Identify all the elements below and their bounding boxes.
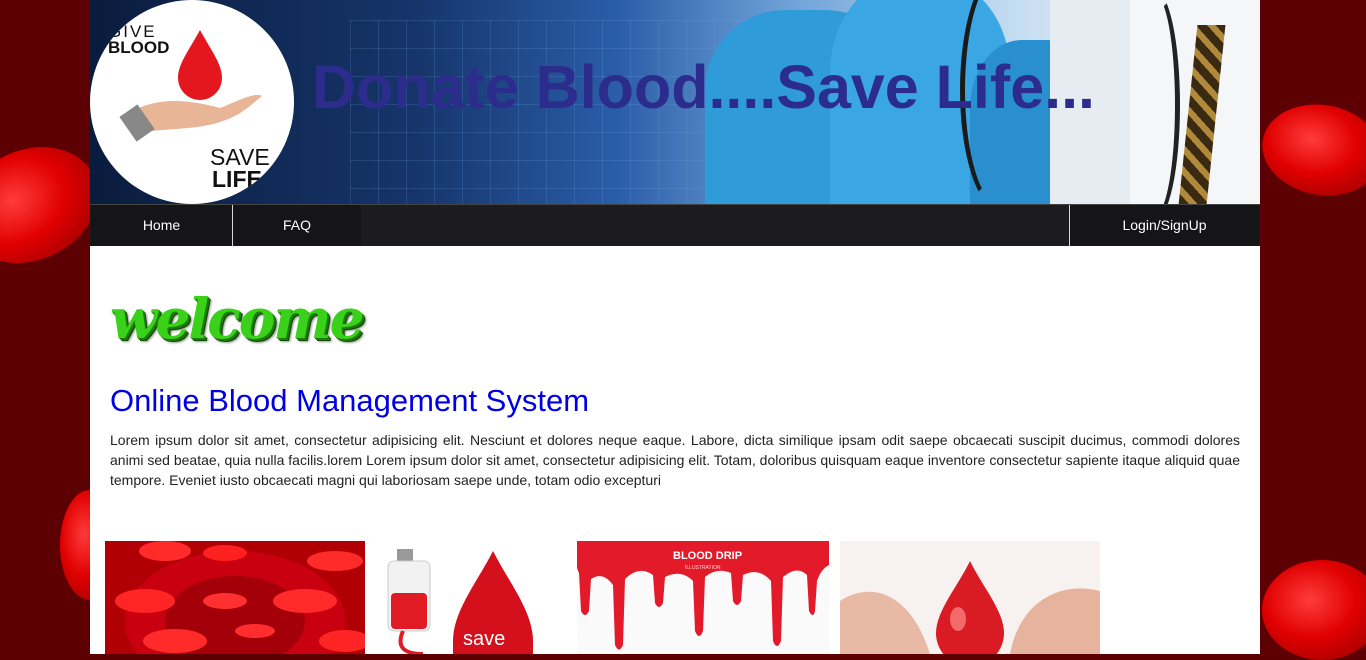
blood-bag-illustration: save bbox=[383, 541, 569, 654]
blood-drop-icon bbox=[119, 30, 262, 142]
blood-cell-decoration bbox=[1262, 560, 1366, 660]
main-nav: Home FAQ Login/SignUp bbox=[90, 204, 1260, 246]
gallery-image-blood-bag: save bbox=[383, 541, 569, 654]
logo-text-life: LIFE bbox=[212, 166, 262, 192]
nav-login-signup[interactable]: Login/SignUp bbox=[1069, 205, 1259, 246]
intro-paragraph: Lorem ipsum dolor sit amet, consectetur … bbox=[110, 432, 1240, 488]
nav-faq[interactable]: FAQ bbox=[233, 205, 361, 246]
header-banner: Donate Blood....Save Life... GIVE BLOOD … bbox=[90, 0, 1260, 204]
stethoscope bbox=[1130, 0, 1180, 204]
page-container: Donate Blood....Save Life... GIVE BLOOD … bbox=[90, 0, 1260, 654]
blood-cells-illustration bbox=[105, 541, 365, 654]
gallery-image-hands-drop bbox=[840, 541, 1100, 654]
hands-holding-drop-illustration bbox=[840, 541, 1100, 654]
nav-home[interactable]: Home bbox=[91, 205, 233, 246]
blood-drip-title: BLOOD DRIP bbox=[673, 550, 742, 562]
page-heading: Online Blood Management System bbox=[110, 383, 590, 418]
site-title: Donate Blood....Save Life... bbox=[312, 53, 1095, 121]
site-logo[interactable]: GIVE BLOOD SAVE LIFE bbox=[90, 0, 294, 204]
save-label: save bbox=[463, 628, 505, 650]
gallery-image-blood-drip: BLOOD DRIP ILLUSTRATION bbox=[577, 541, 829, 654]
blood-cell-decoration bbox=[1255, 95, 1366, 205]
blood-drip-illustration: BLOOD DRIP ILLUSTRATION bbox=[577, 541, 829, 654]
blood-drip-subtitle: ILLUSTRATION bbox=[685, 565, 721, 571]
welcome-banner: welcome bbox=[110, 286, 365, 351]
gallery-image-blood-cells bbox=[105, 541, 365, 654]
